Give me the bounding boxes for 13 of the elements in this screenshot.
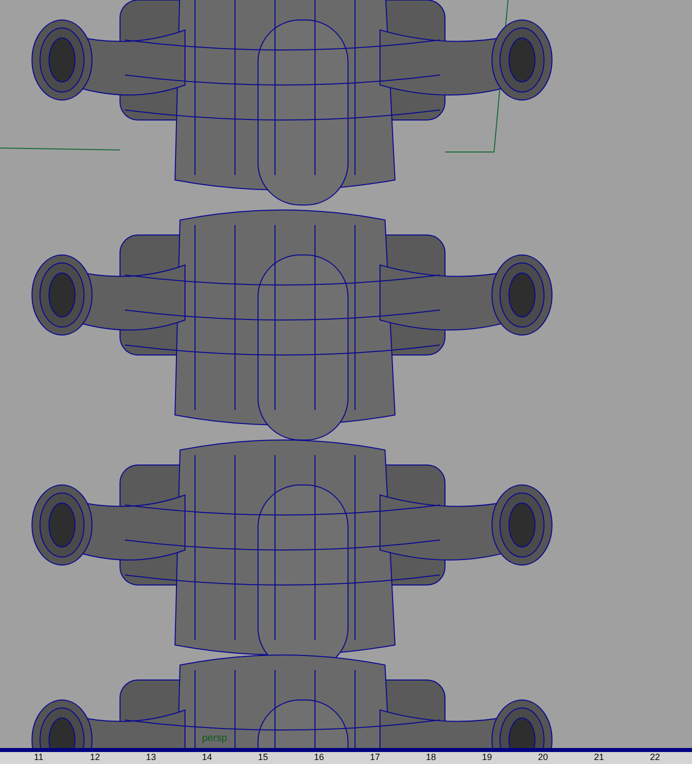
frame-number: 16 (314, 752, 324, 763)
frame-number: 21 (594, 752, 604, 763)
camera-label: persp (202, 733, 228, 745)
frame-number: 11 (34, 752, 44, 763)
frame-number: 20 (538, 752, 548, 763)
frame-number: 19 (482, 752, 492, 763)
frame-number: 14 (202, 752, 212, 763)
frame-number: 17 (370, 752, 380, 763)
frame-number: 13 (146, 752, 156, 763)
frame-number: 22 (650, 752, 660, 763)
frame-number: 18 (426, 752, 436, 763)
frame-number: 15 (258, 752, 268, 763)
frame-number: 12 (90, 752, 100, 763)
